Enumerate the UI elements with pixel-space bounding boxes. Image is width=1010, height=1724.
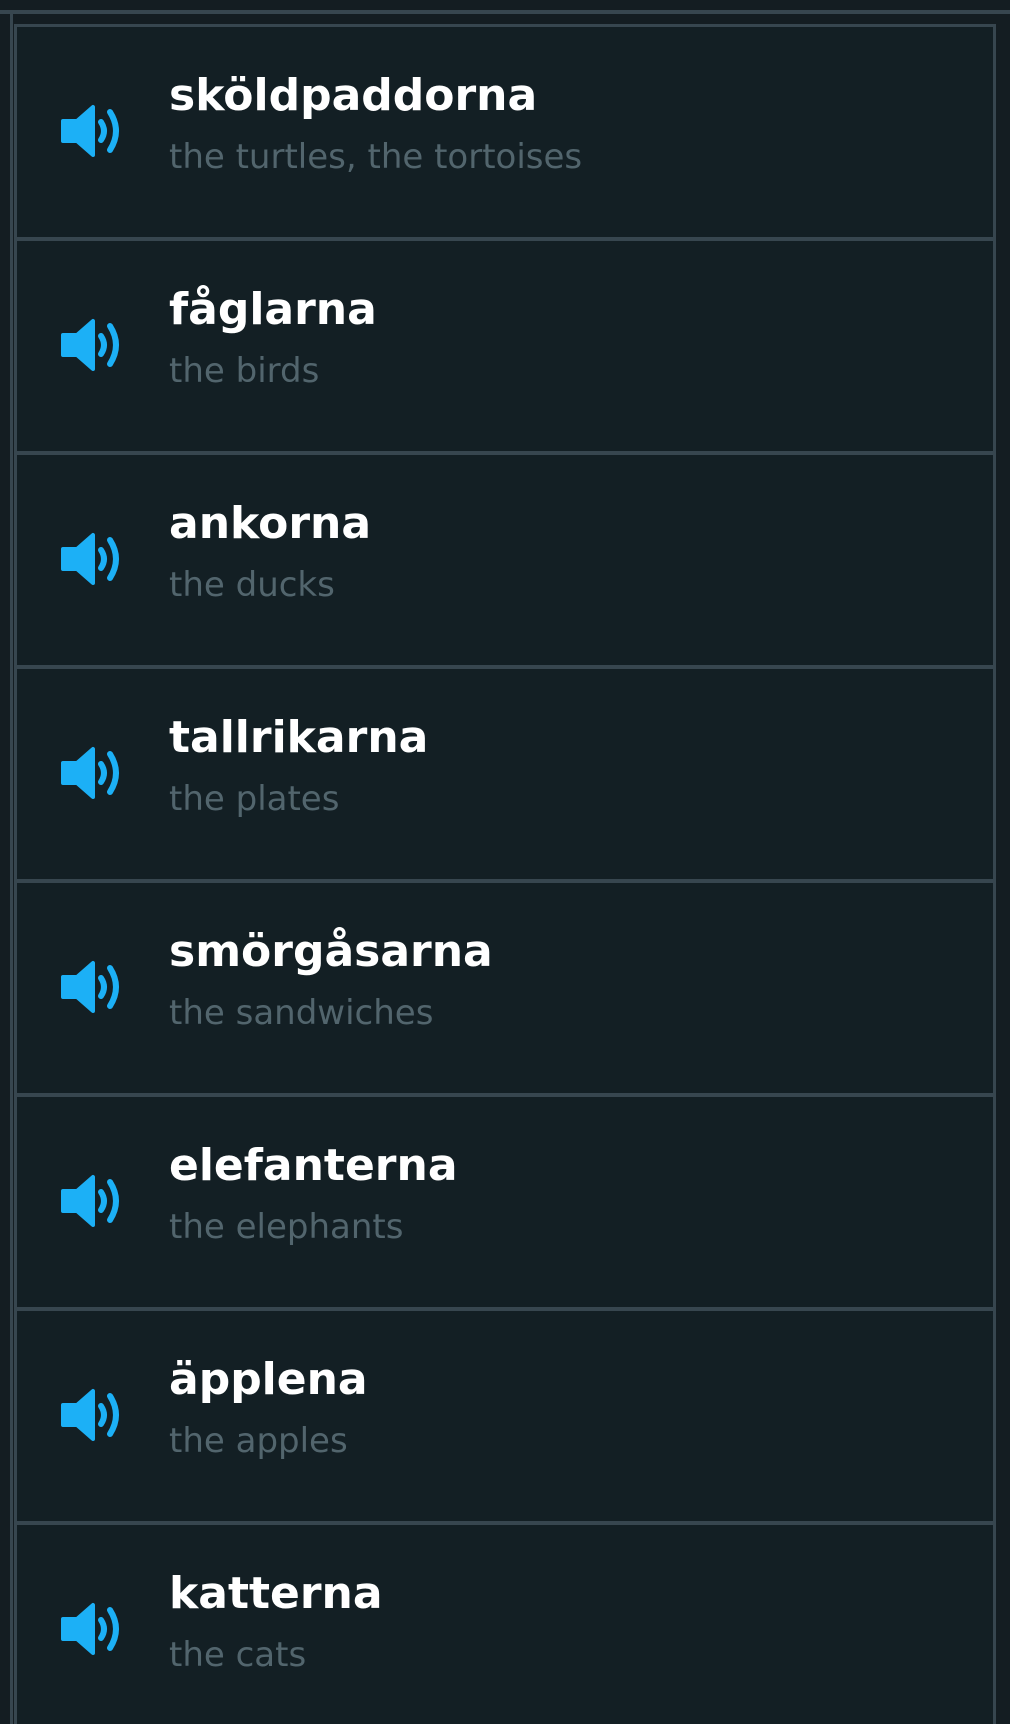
word-row-tallrikarna: tallrikarna the plates <box>14 669 996 883</box>
speaker-icon-graphic <box>61 533 119 585</box>
word-text: tallrikarna the plates <box>169 709 973 825</box>
word-text: ankorna the ducks <box>169 495 973 611</box>
word-text: smörgåsarna the sandwiches <box>169 923 973 1039</box>
word-text: fåglarna the birds <box>169 281 973 397</box>
speaker-icon-graphic <box>61 1603 119 1655</box>
speaker-icon-graphic <box>61 747 119 799</box>
speaker-icon-graphic <box>61 1175 119 1227</box>
word-text: katterna the cats <box>169 1565 973 1681</box>
word-term: fåglarna <box>169 284 377 335</box>
word-translation: the plates <box>169 779 340 819</box>
word-row-ankorna: ankorna the ducks <box>14 455 996 669</box>
word-list: sköldpaddorna the turtles, the tortoises… <box>14 27 996 1724</box>
word-text: elefanterna the elephants <box>169 1137 973 1253</box>
word-term: äpplena <box>169 1354 368 1405</box>
word-row-katterna: katterna the cats <box>14 1525 996 1724</box>
word-row-skoldpaddorna: sköldpaddorna the turtles, the tortoises <box>14 27 996 241</box>
speaker-icon[interactable] <box>57 743 127 803</box>
speaker-icon[interactable] <box>57 1599 127 1659</box>
speaker-icon-graphic <box>61 105 119 157</box>
word-translation: the birds <box>169 351 320 391</box>
left-edge-line <box>10 10 13 1724</box>
top-divider <box>0 10 1010 14</box>
speaker-icon[interactable] <box>57 529 127 589</box>
word-translation: the cats <box>169 1635 307 1675</box>
word-translation: the apples <box>169 1421 348 1461</box>
word-term: smörgåsarna <box>169 926 493 977</box>
speaker-icon[interactable] <box>57 957 127 1017</box>
word-term: katterna <box>169 1568 383 1619</box>
word-text: äpplena the apples <box>169 1351 973 1467</box>
word-term: elefanterna <box>169 1140 458 1191</box>
word-translation: the turtles, the tortoises <box>169 137 583 177</box>
word-term: sköldpaddorna <box>169 70 538 121</box>
vocabulary-screen: sköldpaddorna the turtles, the tortoises… <box>0 0 1010 1724</box>
word-term: tallrikarna <box>169 712 429 763</box>
word-row-applena: äpplena the apples <box>14 1311 996 1525</box>
speaker-icon-graphic <box>61 1389 119 1441</box>
word-translation: the elephants <box>169 1207 404 1247</box>
word-row-elefanterna: elefanterna the elephants <box>14 1097 996 1311</box>
speaker-icon[interactable] <box>57 101 127 161</box>
speaker-icon-graphic <box>61 319 119 371</box>
speaker-icon[interactable] <box>57 1171 127 1231</box>
word-text: sköldpaddorna the turtles, the tortoises <box>169 67 973 183</box>
word-row-faglarna: fåglarna the birds <box>14 241 996 455</box>
word-term: ankorna <box>169 498 372 549</box>
word-translation: the ducks <box>169 565 335 605</box>
word-row-smorgasarna: smörgåsarna the sandwiches <box>14 883 996 1097</box>
speaker-icon[interactable] <box>57 315 127 375</box>
speaker-icon-graphic <box>61 961 119 1013</box>
speaker-icon[interactable] <box>57 1385 127 1445</box>
word-translation: the sandwiches <box>169 993 434 1033</box>
